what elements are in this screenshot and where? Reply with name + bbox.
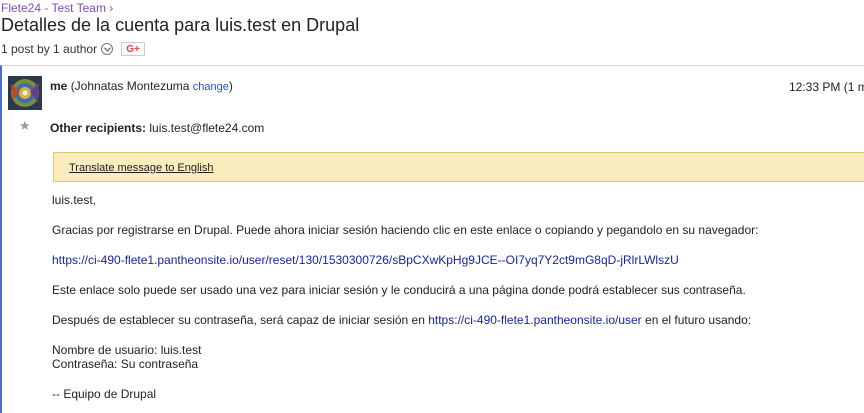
body-line-1: Gracias por registrarse en Drupal. Puede… [52,223,759,237]
chevron-down-icon[interactable] [101,43,114,55]
body-line-2: Este enlace solo puede ser usado una vez… [52,283,746,297]
breadcrumb[interactable]: Flete24 - Test Team › [1,1,113,15]
translate-link[interactable]: Translate message to English [69,162,214,174]
sender-close: ) [228,79,233,93]
translate-bar: Translate message to English [53,152,864,182]
login-link[interactable]: https://ci-490-flete1.pantheonsite.io/us… [428,313,641,327]
signature: -- Equipo de Drupal [52,387,157,401]
sender-detail: (Johnatas Montezuma [70,79,190,93]
body-line-3-after: en el futuro usando: [641,313,752,327]
avatar[interactable] [8,76,42,110]
google-plus-icon[interactable]: G+ [121,42,146,56]
other-recipients-label: Other recipients: [50,121,147,135]
sender-line: me (Johnatas Montezuma change) [50,79,233,93]
body-greeting: luis.test, [52,193,97,207]
change-link[interactable]: change [193,81,229,93]
sender-name: me [50,79,68,93]
post-count-text: 1 post by 1 author [1,42,98,56]
breadcrumb-separator: › [109,1,114,15]
message-time: 12:33 PM (1 m [789,80,864,94]
other-recipients-value: luis.test@flete24.com [149,121,265,135]
password-line: Contraseña: Su contraseña [52,357,199,371]
other-recipients: Other recipients: luis.test@flete24.com [50,121,264,135]
body-line-3-before: Después de establecer su contraseña, ser… [52,313,429,327]
star-icon[interactable]: ★ [19,118,31,134]
reset-link[interactable]: https://ci-490-flete1.pantheonsite.io/us… [52,253,679,267]
username-line: Nombre de usuario: luis.test [52,343,202,357]
body-line-3: Después de establecer su contraseña, ser… [52,313,751,327]
message-card: ★ me (Johnatas Montezuma change) 12:33 P… [0,65,864,413]
thread-meta: 1 post by 1 author G+ [1,42,146,56]
thread-title: Detalles de la cuenta para luis.test en … [1,15,360,35]
breadcrumb-group-link[interactable]: Flete24 - Test Team [1,1,106,15]
